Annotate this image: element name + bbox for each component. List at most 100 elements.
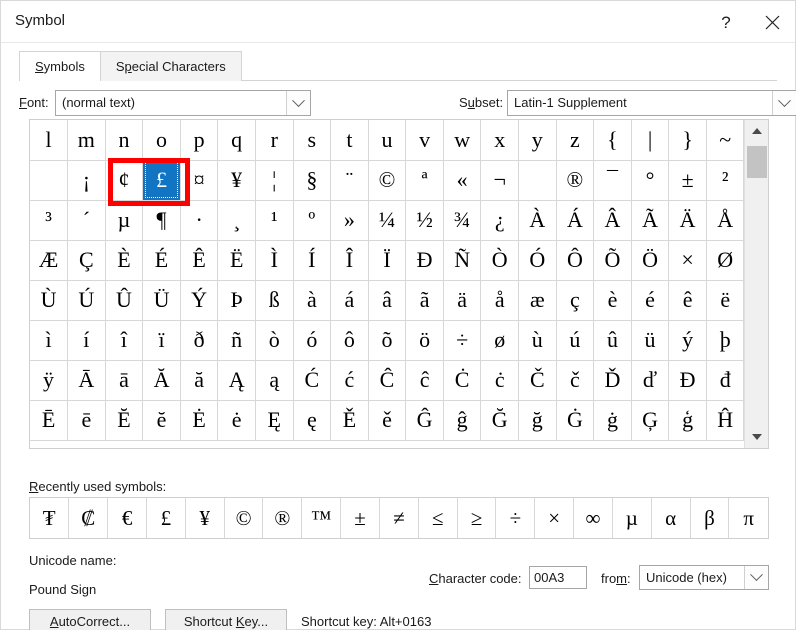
symbol-cell[interactable]: Ø xyxy=(705,239,744,281)
symbol-cell[interactable]: ¹ xyxy=(254,199,294,241)
symbol-cell[interactable]: Ĝ xyxy=(405,399,444,441)
symbol-cell[interactable]: | xyxy=(630,120,670,161)
symbol-cell[interactable]: ć xyxy=(330,359,369,401)
symbol-cell[interactable]: Ò xyxy=(480,239,520,281)
recent-symbol-cell[interactable]: ₮ xyxy=(30,498,70,538)
symbol-cell[interactable]: x xyxy=(480,120,520,161)
symbol-cell[interactable]: Á xyxy=(555,199,595,241)
symbol-cell[interactable]: o xyxy=(142,120,181,161)
symbol-cell[interactable]: Ê xyxy=(179,239,219,281)
recent-symbol-cell[interactable]: ± xyxy=(340,498,380,538)
symbol-cell[interactable]: ñ xyxy=(217,319,256,361)
symbol-cell[interactable]: ä xyxy=(442,279,482,321)
symbol-cell[interactable]: Ċ xyxy=(442,359,482,401)
symbol-cell[interactable]: Đ xyxy=(668,359,707,401)
symbol-cell[interactable]: ï xyxy=(142,319,181,361)
character-code-input[interactable]: 00A3 xyxy=(529,566,587,589)
scrollbar-thumb[interactable] xyxy=(747,146,767,178)
subset-dropdown[interactable]: Latin-1 Supplement xyxy=(507,90,796,116)
symbol-cell[interactable]: ö xyxy=(405,319,444,361)
symbol-cell[interactable]: ę xyxy=(292,399,332,441)
symbol-cell[interactable]: Ć xyxy=(292,359,332,401)
symbol-cell[interactable]: Þ xyxy=(217,279,256,321)
symbol-cell[interactable]: z xyxy=(555,120,595,161)
symbol-cell[interactable]: ¥ xyxy=(217,159,256,201)
symbol-cell[interactable]: Ö xyxy=(630,239,670,281)
symbol-cell[interactable]: Ġ xyxy=(555,399,595,441)
symbol-cell[interactable]: ā xyxy=(104,359,144,401)
symbol-cell[interactable]: ¢ xyxy=(104,159,144,201)
symbol-cell[interactable]: Ę xyxy=(254,399,294,441)
symbol-cell[interactable]: ¬ xyxy=(480,159,520,201)
symbol-cell[interactable]: ē xyxy=(67,399,106,441)
help-button[interactable]: ? xyxy=(703,1,749,43)
symbol-cell[interactable]: ì xyxy=(30,319,69,361)
symbol-cell[interactable]: Ē xyxy=(30,399,69,441)
from-dropdown[interactable]: Unicode (hex) xyxy=(639,565,769,590)
close-button[interactable] xyxy=(749,1,795,43)
symbol-cell[interactable]: ¯ xyxy=(593,159,632,201)
symbol-cell[interactable]: ğ xyxy=(518,399,557,441)
symbol-cell[interactable]: ë xyxy=(705,279,744,321)
symbol-cell[interactable]: ċ xyxy=(480,359,520,401)
symbol-cell[interactable]: ó xyxy=(292,319,332,361)
symbol-cell[interactable]: ġ xyxy=(593,399,632,441)
recently-used-grid[interactable]: ₮ ₡ € £ ¥ © ® ™ ± ≠ ≤ ≥ ÷ × ∞ µ α β π xyxy=(30,498,768,538)
autocorrect-button[interactable]: AutoCorrect... xyxy=(29,609,151,630)
symbol-cell[interactable]: ª xyxy=(405,159,444,201)
symbol-cell[interactable]: } xyxy=(668,120,707,161)
symbol-cell[interactable]: đ xyxy=(705,359,744,401)
symbol-cell[interactable]: Ĥ xyxy=(705,399,744,441)
symbol-cell[interactable]: ® xyxy=(555,159,595,201)
font-dropdown[interactable]: (normal text) xyxy=(55,90,311,116)
tab-special-characters[interactable]: Special Characters xyxy=(99,51,242,81)
symbol-cell[interactable]: ù xyxy=(518,319,557,361)
recent-symbol-cell[interactable]: € xyxy=(107,498,147,538)
symbol-cell[interactable]: ÷ xyxy=(442,319,482,361)
symbol-cell[interactable]: ã xyxy=(405,279,444,321)
symbol-cell[interactable]: ė xyxy=(217,399,256,441)
symbol-cell[interactable]: Ó xyxy=(518,239,557,281)
shortcut-key-button[interactable]: Shortcut Key... xyxy=(165,609,287,630)
symbol-cell[interactable]: ¶ xyxy=(142,199,181,241)
symbol-cell[interactable]: ĕ xyxy=(142,399,181,441)
symbol-cell[interactable]: Ā xyxy=(67,359,106,401)
recent-symbol-cell[interactable]: β xyxy=(690,498,730,538)
symbol-cell[interactable]: õ xyxy=(367,319,407,361)
symbol-cell[interactable]: ð xyxy=(179,319,219,361)
symbol-cell[interactable]: v xyxy=(405,120,444,161)
symbol-cell[interactable]: ý xyxy=(668,319,707,361)
symbol-cell[interactable]: ă xyxy=(179,359,219,401)
symbol-cell[interactable]: ± xyxy=(668,159,707,201)
symbol-cell[interactable]: ¼ xyxy=(367,199,407,241)
symbol-cell[interactable]: Í xyxy=(292,239,332,281)
symbol-cell[interactable]: ô xyxy=(330,319,369,361)
recent-symbol-cell[interactable]: ≥ xyxy=(457,498,497,538)
symbol-cell[interactable]: ¤ xyxy=(179,159,219,201)
recent-symbol-cell[interactable]: ₡ xyxy=(68,498,109,538)
symbol-cell[interactable]: ą xyxy=(254,359,294,401)
symbol-cell[interactable]: r xyxy=(254,120,294,161)
symbol-cell[interactable]: ê xyxy=(668,279,707,321)
symbol-cell[interactable]: Ì xyxy=(254,239,294,281)
symbol-cell[interactable]: ò xyxy=(254,319,294,361)
scroll-down-button[interactable] xyxy=(745,426,769,448)
symbol-cell[interactable]: À xyxy=(518,199,557,241)
symbol-cell[interactable]: ´ xyxy=(67,199,106,241)
symbol-cell[interactable]: č xyxy=(555,359,595,401)
symbol-cell[interactable]: Ñ xyxy=(442,239,482,281)
symbol-cell[interactable]: Ï xyxy=(367,239,407,281)
symbol-cell[interactable]: q xyxy=(217,120,256,161)
symbol-cell[interactable]: « xyxy=(442,159,482,201)
recent-symbol-cell[interactable]: ® xyxy=(262,498,303,538)
symbol-cell[interactable]: ď xyxy=(630,359,670,401)
symbol-cell[interactable]: Ã xyxy=(630,199,670,241)
recent-symbol-cell[interactable]: © xyxy=(224,498,264,538)
symbol-cell[interactable]: ½ xyxy=(405,199,444,241)
symbol-cell[interactable]: è xyxy=(593,279,632,321)
symbol-cell[interactable]: Æ xyxy=(30,239,69,281)
symbol-cell[interactable]: Ď xyxy=(593,359,632,401)
symbol-cell[interactable]: ° xyxy=(630,159,670,201)
symbol-cell[interactable]: Ü xyxy=(142,279,181,321)
symbol-cell[interactable]: y xyxy=(518,120,557,161)
